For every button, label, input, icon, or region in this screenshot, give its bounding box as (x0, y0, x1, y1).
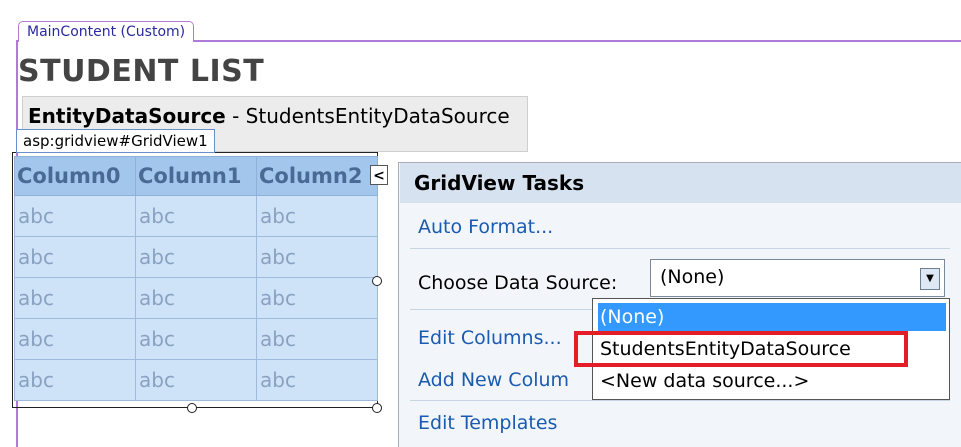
resize-handle-right[interactable] (372, 276, 382, 286)
resize-handle-corner[interactable] (372, 403, 382, 413)
table-cell: abc (135, 277, 257, 319)
table-cell: abc (256, 277, 378, 319)
highlight-annotation-box (574, 331, 908, 367)
table-row: abc abc abc (14, 236, 378, 278)
datasource-name: StudentsEntityDataSource (245, 104, 510, 128)
gridview-table[interactable]: Column0 Column1 Column2 abc abc abc abc … (14, 156, 378, 401)
table-row: abc abc abc (14, 195, 378, 237)
column-header: Column0 (14, 156, 136, 196)
resize-handle-bottom[interactable] (187, 403, 197, 413)
column-header: Column2 (256, 156, 378, 196)
table-cell: abc (256, 236, 378, 278)
table-cell: abc (256, 318, 378, 360)
edit-templates-link[interactable]: Edit Templates (418, 412, 557, 434)
page-title: STUDENT LIST (18, 54, 265, 89)
table-row: abc abc abc (14, 359, 378, 401)
table-cell: abc (135, 195, 257, 237)
table-cell: abc (256, 195, 378, 237)
table-cell: abc (256, 359, 378, 401)
table-cell: abc (135, 318, 257, 360)
edit-columns-link[interactable]: Edit Columns... (418, 327, 562, 349)
table-cell: abc (14, 359, 136, 401)
dropdown-option-new-data-source[interactable]: <New data source...> (598, 367, 946, 395)
auto-format-link[interactable]: Auto Format... (418, 216, 553, 238)
table-cell: abc (135, 236, 257, 278)
table-cell: abc (14, 236, 136, 278)
add-new-column-link[interactable]: Add New Colum (418, 369, 569, 391)
choose-data-source-label: Choose Data Source: (418, 272, 618, 294)
divider (410, 248, 950, 249)
data-source-select-value: (None) (660, 266, 725, 288)
datasource-separator: - (225, 104, 246, 128)
chevron-left-icon[interactable]: < (370, 165, 388, 185)
gridview-tag[interactable]: asp:gridview#GridView1 (16, 129, 215, 153)
table-row: abc abc abc (14, 277, 378, 319)
chevron-down-icon[interactable]: ▼ (920, 268, 940, 290)
column-header: Column1 (135, 156, 257, 196)
table-header-row: Column0 Column1 Column2 (14, 156, 378, 196)
datasource-type: EntityDataSource (28, 104, 226, 128)
table-cell: abc (14, 277, 136, 319)
table-cell: abc (14, 318, 136, 360)
dropdown-option-none[interactable]: (None) (598, 303, 946, 331)
table-cell: abc (135, 359, 257, 401)
tasks-panel-title: GridView Tasks (400, 163, 961, 203)
table-row: abc abc abc (14, 318, 378, 360)
entity-datasource-label: EntityDataSource - StudentsEntityDataSou… (28, 104, 510, 128)
content-placeholder-tab[interactable]: MainContent (Custom) (18, 21, 195, 42)
table-cell: abc (14, 195, 136, 237)
divider (410, 400, 950, 401)
